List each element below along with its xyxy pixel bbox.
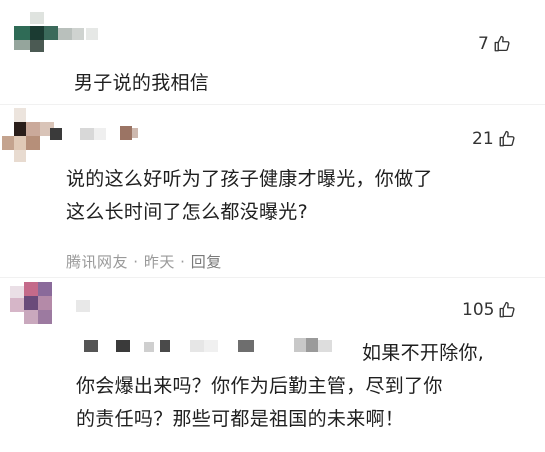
reply-button[interactable]: 回复 xyxy=(191,253,222,271)
comment-thread: 7 男子说的我相信 21 说的这么好听为了孩子健康才曝光，你做了 这么长时间了怎… xyxy=(0,0,545,452)
quoted-username-mosaic xyxy=(70,334,360,358)
like-count-3: 105 xyxy=(462,300,495,320)
like-count-2: 21 xyxy=(472,129,494,149)
divider xyxy=(0,277,545,278)
comment-meta-2: 腾讯网友 · 昨天 · 回复 xyxy=(66,253,222,271)
comment-source: 腾讯网友 xyxy=(66,253,129,271)
like-button-3[interactable]: 105 xyxy=(462,300,516,320)
thumbs-up-icon xyxy=(498,301,516,319)
comment-time: 昨天 xyxy=(143,253,175,271)
comment-text-3: 你会爆出来吗？你作为后勤主管，尽到了你 的责任吗？那些可都是祖国的未来啊！ xyxy=(76,375,443,430)
username-2[interactable] xyxy=(50,124,140,144)
thumbs-up-icon xyxy=(493,35,511,53)
like-button-2[interactable]: 21 xyxy=(472,129,516,149)
comment-text-3-line1: 如果不开除你, xyxy=(362,342,485,364)
comment-text-1: 男子说的我相信 xyxy=(74,72,210,94)
user-avatar-1[interactable] xyxy=(0,2,110,54)
user-avatar-3[interactable] xyxy=(0,280,100,336)
divider xyxy=(0,104,545,105)
comment-text-2: 说的这么好听为了孩子健康才曝光，你做了 这么长时间了怎么都没曝光? xyxy=(66,168,433,223)
thumbs-up-icon xyxy=(498,130,516,148)
like-button-1[interactable]: 7 xyxy=(478,34,511,54)
like-count-1: 7 xyxy=(478,34,489,54)
